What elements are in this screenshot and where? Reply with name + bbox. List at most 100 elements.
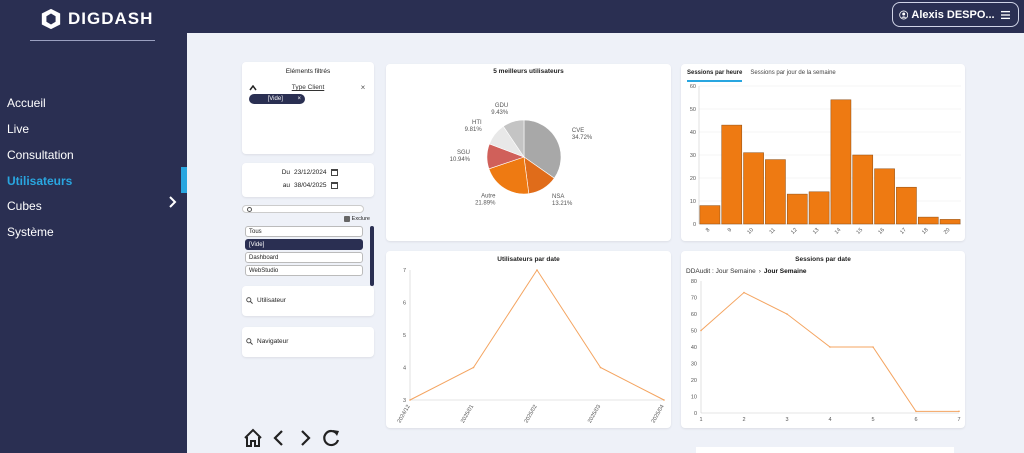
- pie-slice-label: NSA: [552, 194, 564, 200]
- data-point: [409, 399, 411, 401]
- app-logo[interactable]: DIGDASH: [40, 8, 153, 30]
- bar: [830, 99, 852, 225]
- home-icon[interactable]: [242, 427, 264, 449]
- calendar-icon[interactable]: [330, 182, 338, 189]
- type-selector: Exclure Tous [Vide] Dashboard WebStudio: [242, 205, 374, 286]
- x-tick-label: 2025/02: [524, 404, 539, 424]
- y-tick-label: 0: [694, 411, 697, 417]
- pie-slice-percent: 34.72%: [572, 135, 593, 141]
- x-tick-label: 8: [705, 227, 711, 233]
- x-tick-label: 17: [899, 227, 908, 236]
- pie-slice-percent: 9.43%: [491, 110, 509, 116]
- line-chart: 3 4 5 6 7 2024/12 2025/01 2025/02 2025/03 2025/04: [397, 268, 666, 424]
- date-from-input[interactable]: 23/12/2024: [294, 169, 327, 176]
- pie-slice-percent: 10.94%: [450, 157, 471, 163]
- forward-icon[interactable]: [294, 427, 316, 449]
- x-tick-label: 2: [742, 417, 745, 423]
- bar: [699, 205, 721, 225]
- pie-slice-label: HTI: [472, 120, 482, 126]
- bar: [917, 216, 939, 225]
- sidebar-item-accueil[interactable]: Accueil: [7, 96, 46, 110]
- data-point: [663, 399, 665, 401]
- bar: [896, 186, 917, 225]
- filter-chip-value: [Vide]: [267, 96, 283, 102]
- close-icon[interactable]: ×: [359, 83, 367, 92]
- x-tick-label: 18: [921, 227, 930, 236]
- logo-cube-icon: [41, 8, 61, 30]
- bar: [786, 193, 808, 225]
- next-panel-edge: [696, 447, 954, 453]
- sidebar: DIGDASH Accueil Live Consultation Utilis…: [0, 0, 187, 453]
- chevron-right-icon[interactable]: [167, 196, 177, 208]
- user-search-panel[interactable]: Utilisateur: [242, 286, 374, 316]
- bar: [874, 168, 895, 225]
- type-option-selected[interactable]: [Vide]: [245, 239, 363, 250]
- refresh-icon[interactable]: [320, 427, 342, 449]
- x-tick-label: 7: [957, 417, 960, 423]
- chip-remove-icon[interactable]: ×: [297, 96, 301, 102]
- y-tick-label: 0: [693, 222, 696, 228]
- x-tick-label: 10: [746, 227, 755, 236]
- y-tick-label: 70: [691, 296, 697, 302]
- y-tick-label: 60: [690, 84, 696, 90]
- sidebar-item-systeme[interactable]: Système: [7, 225, 54, 239]
- data-point: [700, 329, 702, 332]
- x-tick-label: 12: [790, 227, 799, 236]
- list-scrollbar[interactable]: [370, 226, 374, 286]
- x-tick-label: 9: [727, 227, 733, 233]
- filtered-elements-title: Eléments filtrés: [285, 68, 331, 75]
- users-per-date-card: Utilisateurs par date 3 4 5 6 7 2024/12 2025/0…: [386, 251, 671, 428]
- x-tick-label: 20: [943, 227, 952, 236]
- type-option[interactable]: Tous: [245, 226, 363, 237]
- user-avatar-icon: [899, 10, 909, 19]
- page-navigation: [242, 427, 342, 449]
- y-tick-label: 20: [691, 378, 697, 384]
- data-point: [958, 410, 960, 413]
- back-icon[interactable]: [268, 427, 290, 449]
- data-point: [599, 366, 602, 369]
- line-chart: 0 10 20 30 40 50 60 70 80 1 2 3 4 5 6 7: [691, 279, 961, 423]
- date-to-input[interactable]: 38/04/2025: [294, 182, 327, 189]
- data-point: [536, 269, 538, 271]
- type-option[interactable]: Dashboard: [245, 252, 363, 263]
- browser-search-label: Navigateur: [257, 338, 289, 345]
- filter-chip[interactable]: [Vide] ×: [249, 94, 305, 104]
- chevron-up-icon[interactable]: [249, 84, 257, 91]
- user-menu-button[interactable]: Alexis DESPO...: [892, 2, 1019, 27]
- y-tick-label: 3: [403, 398, 406, 404]
- exclude-checkbox[interactable]: [343, 216, 350, 222]
- series-line: [409, 269, 665, 401]
- x-tick-label: 5: [871, 417, 874, 423]
- x-tick-label: 11: [769, 227, 777, 235]
- sidebar-item-utilisateurs[interactable]: Utilisateurs: [7, 174, 72, 188]
- hamburger-menu-icon[interactable]: [1000, 9, 1010, 21]
- sessions-per-hour-card: Sessions par heure Sessions par jour de …: [681, 64, 965, 241]
- exclude-label: Exclure: [351, 216, 370, 222]
- exclude-toggle[interactable]: Exclure: [343, 216, 370, 222]
- x-tick-label: 2024/12: [397, 404, 412, 424]
- browser-search-panel[interactable]: Navigateur: [242, 327, 374, 357]
- sidebar-item-cubes[interactable]: Cubes: [7, 199, 42, 213]
- type-option[interactable]: WebStudio: [245, 265, 363, 276]
- y-tick-label: 4: [403, 366, 406, 372]
- y-tick-label: 30: [691, 362, 697, 368]
- y-tick-label: 40: [691, 345, 697, 351]
- bar: [852, 154, 874, 225]
- filtered-elements-panel: Eléments filtrés Type Client × [Vide] ×: [242, 62, 374, 154]
- data-point: [915, 410, 917, 413]
- sidebar-item-consultation[interactable]: Consultation: [7, 148, 74, 162]
- type-search-input[interactable]: [242, 205, 364, 213]
- pie-slice-percent: 21.89%: [475, 200, 496, 206]
- x-tick-label: 1: [699, 417, 702, 423]
- top-bar: Alexis DESPO...: [187, 0, 1024, 33]
- calendar-icon[interactable]: [330, 169, 338, 176]
- x-tick-label: 2025/03: [587, 404, 602, 424]
- bar: [743, 152, 764, 225]
- x-tick-label: 13: [812, 227, 821, 236]
- bar-chart: 0 10 20 30 40 50 60 8 9 10 11 12 13 14 15 16 17 18 20: [690, 84, 961, 236]
- sidebar-item-live[interactable]: Live: [7, 122, 29, 136]
- pie-slice-label: GDU: [495, 103, 508, 109]
- app-name: DIGDASH: [68, 9, 154, 28]
- pie-chart: CVE34.72% NSA13.21% Autre21.89% SGU10.94% HT…: [450, 103, 593, 207]
- filter-group-label[interactable]: Type Client: [257, 84, 359, 91]
